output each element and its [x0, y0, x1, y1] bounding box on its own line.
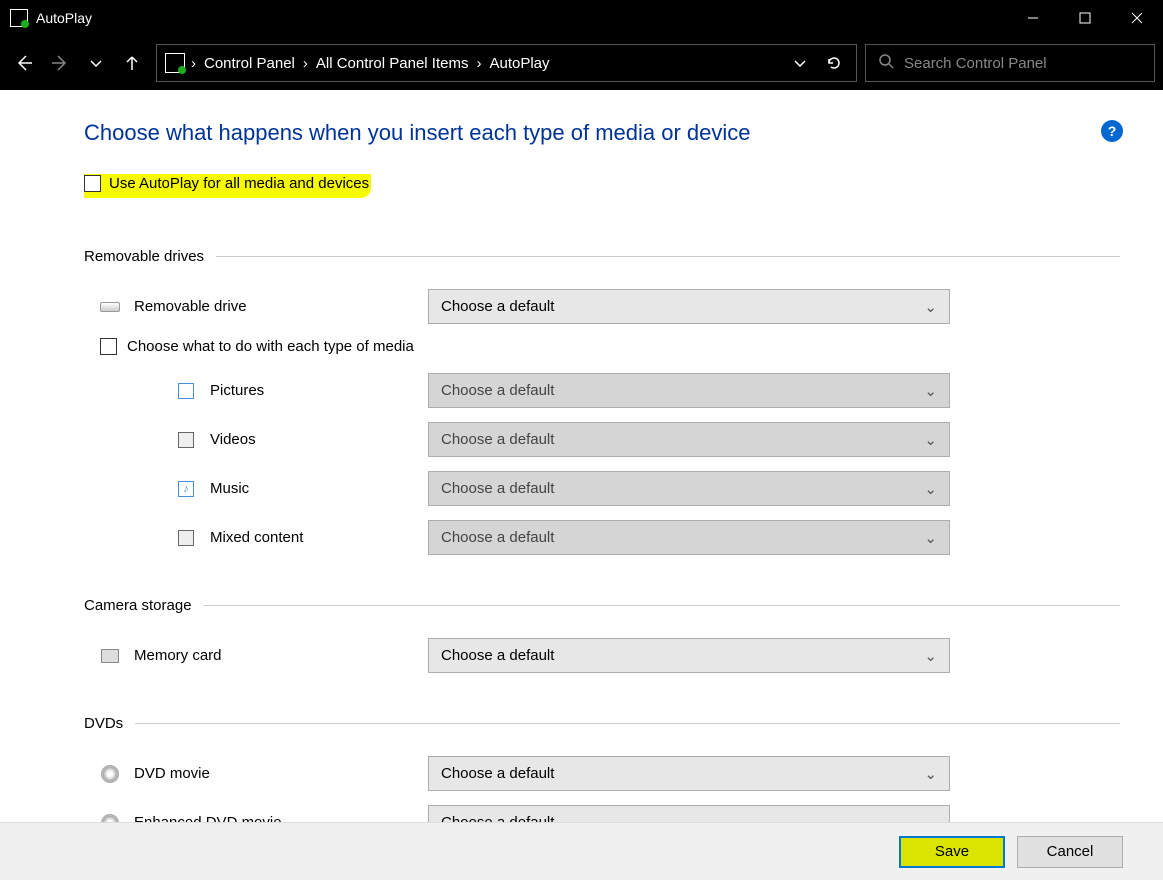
- option-label: DVD movie: [134, 765, 414, 782]
- videos-select[interactable]: Choose a default ⌄: [428, 422, 950, 457]
- option-memory-card: Memory card Choose a default ⌄: [84, 638, 1140, 673]
- memory-card-icon: [100, 646, 120, 666]
- chevron-down-icon: ⌄: [924, 480, 937, 498]
- option-mixed: Mixed content Choose a default ⌄: [84, 520, 1140, 555]
- breadcrumb-autoplay[interactable]: AutoPlay: [487, 51, 551, 76]
- option-label: Mixed content: [210, 529, 414, 546]
- address-dropdown[interactable]: [786, 56, 814, 70]
- divider: [216, 256, 1120, 257]
- option-label: Pictures: [210, 382, 414, 399]
- titlebar: AutoPlay: [0, 0, 1163, 36]
- removable-drive-select[interactable]: Choose a default ⌄: [428, 289, 950, 324]
- chevron-right-icon: ›: [191, 55, 196, 72]
- cancel-button[interactable]: Cancel: [1017, 836, 1123, 868]
- control-panel-icon: [165, 53, 185, 73]
- option-label: Memory card: [134, 647, 414, 664]
- section-removable-drives: Removable drives Removable drive Choose …: [84, 248, 1140, 555]
- use-autoplay-label: Use AutoPlay for all media and devices: [109, 175, 369, 192]
- use-autoplay-row[interactable]: Use AutoPlay for all media and devices: [84, 174, 371, 198]
- videos-icon: [176, 430, 196, 450]
- chevron-down-icon: ⌄: [924, 647, 937, 665]
- address-bar[interactable]: › Control Panel › All Control Panel Item…: [156, 44, 857, 82]
- drive-icon: [100, 297, 120, 317]
- section-dvds: DVDs DVD movie Choose a default ⌄ Enhanc…: [84, 715, 1140, 822]
- music-icon: ♪: [176, 479, 196, 499]
- recent-dropdown[interactable]: [80, 47, 112, 79]
- footer: Save Cancel: [0, 822, 1163, 880]
- chevron-down-icon: ⌄: [924, 814, 937, 823]
- back-button[interactable]: [8, 47, 40, 79]
- page-title: Choose what happens when you insert each…: [84, 120, 1140, 146]
- search-placeholder: Search Control Panel: [904, 55, 1047, 72]
- maximize-button[interactable]: [1059, 0, 1111, 36]
- option-videos: Videos Choose a default ⌄: [84, 422, 1140, 457]
- up-button[interactable]: [116, 47, 148, 79]
- chevron-right-icon: ›: [303, 55, 308, 72]
- use-autoplay-checkbox[interactable]: [84, 175, 101, 192]
- choose-per-type-row[interactable]: Choose what to do with each type of medi…: [100, 338, 1140, 355]
- option-enhanced-dvd: Enhanced DVD movie Choose a default ⌄: [84, 805, 1140, 822]
- navbar: › Control Panel › All Control Panel Item…: [0, 36, 1163, 90]
- dvd-icon: [100, 813, 120, 823]
- mixed-select[interactable]: Choose a default ⌄: [428, 520, 950, 555]
- breadcrumb-all-items[interactable]: All Control Panel Items: [314, 51, 471, 76]
- chevron-right-icon: ›: [476, 55, 481, 72]
- help-icon[interactable]: ?: [1101, 120, 1123, 142]
- memory-card-select[interactable]: Choose a default ⌄: [428, 638, 950, 673]
- forward-button[interactable]: [44, 47, 76, 79]
- app-icon: [10, 9, 28, 27]
- choose-per-type-label: Choose what to do with each type of medi…: [127, 338, 414, 355]
- pictures-select[interactable]: Choose a default ⌄: [428, 373, 950, 408]
- divider: [204, 605, 1120, 606]
- option-pictures: Pictures Choose a default ⌄: [84, 373, 1140, 408]
- chevron-down-icon: ⌄: [924, 529, 937, 547]
- section-camera-storage: Camera storage Memory card Choose a defa…: [84, 597, 1140, 673]
- pictures-icon: [176, 381, 196, 401]
- dvd-icon: [100, 764, 120, 784]
- option-music: ♪ Music Choose a default ⌄: [84, 471, 1140, 506]
- option-label: Removable drive: [134, 298, 414, 315]
- breadcrumb-control-panel[interactable]: Control Panel: [202, 51, 297, 76]
- choose-per-type-checkbox[interactable]: [100, 338, 117, 355]
- refresh-button[interactable]: [820, 55, 848, 71]
- chevron-down-icon: ⌄: [924, 765, 937, 783]
- option-label: Music: [210, 480, 414, 497]
- content-area: ? Choose what happens when you insert ea…: [0, 90, 1163, 822]
- divider: [135, 723, 1120, 724]
- dvd-movie-select[interactable]: Choose a default ⌄: [428, 756, 950, 791]
- music-select[interactable]: Choose a default ⌄: [428, 471, 950, 506]
- chevron-down-icon: ⌄: [924, 431, 937, 449]
- option-dvd-movie: DVD movie Choose a default ⌄: [84, 756, 1140, 791]
- save-button[interactable]: Save: [899, 836, 1005, 868]
- search-box[interactable]: Search Control Panel: [865, 44, 1155, 82]
- section-title: Camera storage: [84, 597, 192, 614]
- search-icon: [878, 53, 894, 73]
- section-title: Removable drives: [84, 248, 204, 265]
- window-title: AutoPlay: [36, 10, 92, 26]
- option-removable-drive: Removable drive Choose a default ⌄: [84, 289, 1140, 324]
- chevron-down-icon: ⌄: [924, 298, 937, 316]
- section-title: DVDs: [84, 715, 123, 732]
- chevron-down-icon: ⌄: [924, 382, 937, 400]
- mixed-icon: [176, 528, 196, 548]
- enhanced-dvd-select[interactable]: Choose a default ⌄: [428, 805, 950, 822]
- option-label: Videos: [210, 431, 414, 448]
- minimize-button[interactable]: [1007, 0, 1059, 36]
- close-button[interactable]: [1111, 0, 1163, 36]
- option-label: Enhanced DVD movie: [134, 814, 414, 822]
